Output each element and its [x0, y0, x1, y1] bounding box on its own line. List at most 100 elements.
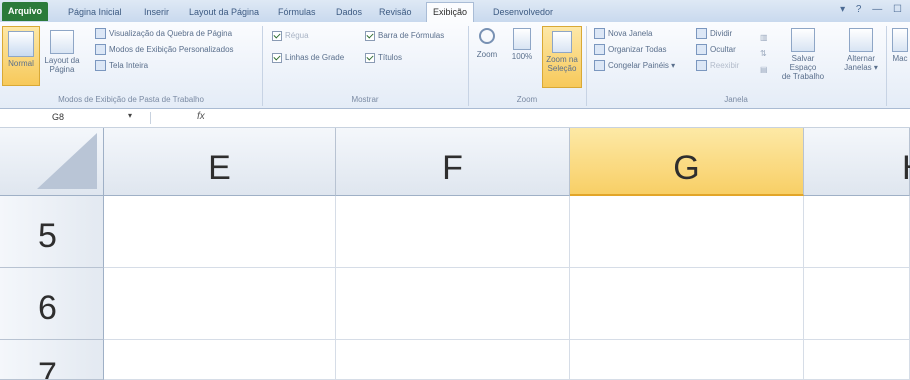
page-break-label: Visualização da Quebra de Página [109, 29, 233, 38]
zoom-100-button[interactable]: 100% [506, 28, 538, 61]
headings-label: Títulos [378, 53, 403, 62]
cell-g7[interactable] [570, 340, 804, 380]
split-button[interactable]: Dividir [696, 28, 732, 40]
sync-scroll-icon[interactable]: ⇅ [760, 48, 767, 60]
normal-view-label: Normal [8, 59, 34, 68]
tab-data[interactable]: Dados [330, 3, 368, 21]
tab-home[interactable]: Página Inicial [62, 3, 128, 21]
group-separator [886, 26, 887, 106]
save-workspace-label-1: Salvar Espaço [789, 54, 817, 72]
zoom-label: Zoom [476, 50, 498, 59]
new-window-button[interactable]: Nova Janela [594, 28, 652, 40]
page-break-preview-button[interactable]: Visualização da Quebra de Página [95, 28, 232, 40]
formula-bar-checkbox[interactable]: Barra de Fórmulas [365, 30, 444, 42]
reset-position-icon[interactable]: ▤ [760, 64, 768, 76]
cell-e6[interactable] [104, 268, 336, 340]
tab-review[interactable]: Revisão [373, 3, 418, 21]
magnifier-icon [479, 28, 495, 44]
freeze-panes-label: Congelar Painéis [608, 61, 669, 70]
macros-button[interactable]: Mac [890, 28, 910, 63]
view-side-by-side-icon[interactable]: ▥ [760, 32, 768, 44]
select-all-corner[interactable] [0, 128, 104, 196]
tab-page-layout[interactable]: Layout da Página [183, 3, 265, 21]
column-header-f[interactable]: F [336, 128, 570, 196]
window-controls[interactable]: ▾ ? — ☐ [840, 4, 906, 15]
cell-h5[interactable] [804, 196, 910, 268]
split-label: Dividir [710, 29, 733, 38]
tab-file[interactable]: Arquivo [2, 2, 49, 21]
name-box-dropdown-icon[interactable]: ▾ [128, 111, 132, 120]
zoom-selection-label-2: Seleção [547, 64, 577, 73]
column-header-g[interactable]: G [570, 128, 804, 196]
page-layout-label-2: Página [49, 65, 75, 74]
group-label-show: Mostrar [351, 95, 379, 104]
cell-f5[interactable] [336, 196, 570, 268]
formula-bar-label: Barra de Fórmulas [378, 31, 445, 40]
ruler-check-icon [272, 30, 282, 41]
full-screen-label: Tela Inteira [109, 61, 149, 70]
freeze-panes-icon [594, 60, 605, 72]
cell-g5[interactable] [570, 196, 804, 268]
page-layout-icon [50, 30, 74, 54]
page-layout-view-button[interactable]: Layout da Página [42, 26, 82, 84]
macros-label: Mac [892, 54, 908, 63]
ruler-checkbox[interactable]: Régua [272, 30, 309, 42]
macros-icon [892, 28, 908, 52]
save-workspace-button[interactable]: Salvar Espaço de Trabalho [778, 28, 828, 81]
normal-view-button[interactable]: Normal [2, 26, 40, 86]
hide-button[interactable]: Ocultar [696, 44, 736, 56]
zoom-to-selection-button[interactable]: Zoom na Seleção [542, 26, 582, 88]
freeze-panes-button[interactable]: Congelar Painéis ▾ [594, 60, 675, 72]
cell-f7[interactable] [336, 340, 570, 380]
row-header-7[interactable]: 7 [0, 340, 104, 380]
full-screen-button[interactable]: Tela Inteira [95, 60, 148, 72]
arrange-all-button[interactable]: Organizar Todas [594, 44, 667, 56]
column-header-h[interactable]: H [804, 128, 910, 196]
cell-g6[interactable] [570, 268, 804, 340]
name-box[interactable]: G8 [4, 111, 124, 124]
tab-view[interactable]: Exibição [426, 2, 475, 22]
custom-views-label: Modos de Exibição Personalizados [109, 45, 234, 54]
formula-bar-divider [150, 112, 151, 124]
switch-windows-button[interactable]: Alternar Janelas ▾ [840, 28, 882, 72]
save-workspace-label-2: de Trabalho [781, 72, 825, 81]
formula-bar-check-icon [365, 30, 375, 41]
group-separator [468, 26, 469, 106]
tab-formulas[interactable]: Fórmulas [272, 3, 322, 21]
formula-input[interactable] [213, 111, 903, 125]
arrange-all-icon [594, 44, 605, 56]
row-header-5[interactable]: 5 [0, 196, 104, 268]
hide-label: Ocultar [710, 45, 736, 54]
cell-e5[interactable] [104, 196, 336, 268]
switch-windows-label-1: Alternar [846, 54, 875, 63]
save-workspace-icon [791, 28, 815, 52]
worksheet-grid: E F G H 5 6 7 [0, 128, 910, 380]
unhide-label: Reexibir [710, 61, 740, 70]
ribbon-tab-bar: Arquivo Página Inicial Inserir Layout da… [0, 0, 910, 23]
full-screen-icon [95, 60, 106, 72]
tab-insert[interactable]: Inserir [138, 3, 175, 21]
unhide-icon [696, 60, 707, 72]
cell-h6[interactable] [804, 268, 910, 340]
row-header-6[interactable]: 6 [0, 268, 104, 340]
group-separator [586, 26, 587, 106]
page-layout-label-1: Layout da [44, 56, 80, 65]
tab-developer[interactable]: Desenvolvedor [487, 3, 559, 21]
insert-function-icon[interactable]: fx [197, 111, 205, 122]
page-break-icon [95, 28, 106, 40]
unhide-button[interactable]: Reexibir [696, 60, 739, 72]
headings-checkbox[interactable]: Títulos [365, 52, 402, 64]
gridlines-label: Linhas de Grade [285, 53, 345, 62]
formula-bar: G8 ▾ fx [0, 109, 910, 128]
new-window-icon [594, 28, 605, 40]
column-header-e[interactable]: E [104, 128, 336, 196]
custom-views-button[interactable]: Modos de Exibição Personalizados [95, 44, 234, 56]
group-label-views: Modos de Exibição de Pasta de Trabalho [58, 95, 204, 104]
cell-e7[interactable] [104, 340, 336, 380]
gridlines-checkbox[interactable]: Linhas de Grade [272, 52, 344, 64]
cell-h7[interactable] [804, 340, 910, 380]
hide-icon [696, 44, 707, 56]
ruler-label: Régua [285, 31, 309, 40]
zoom-button[interactable]: Zoom [472, 28, 502, 59]
cell-f6[interactable] [336, 268, 570, 340]
